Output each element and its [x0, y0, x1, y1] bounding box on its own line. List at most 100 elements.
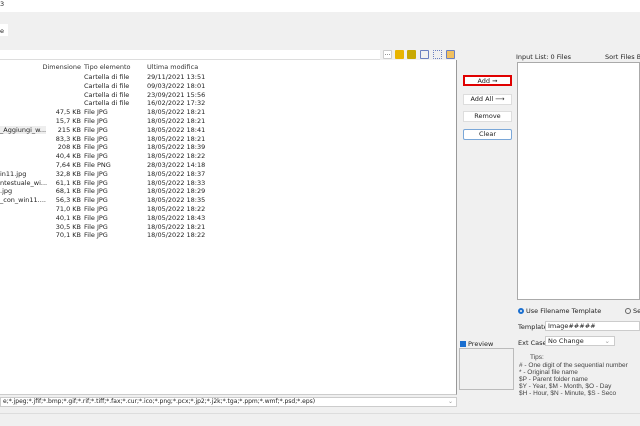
file-modified: 18/05/2022 18:21 [147, 134, 206, 143]
file-type: File PNG [84, 161, 111, 169]
file-modified: 09/03/2022 18:01 [147, 81, 206, 90]
tab[interactable]: e [0, 24, 8, 36]
file-type: File JPG [84, 169, 108, 178]
file-modified: 18/05/2022 18:21 [147, 222, 206, 231]
radio-icon [625, 308, 631, 314]
chevron-down-icon: ⌄ [447, 398, 453, 405]
file-name: ntestuale_wi... [0, 178, 48, 187]
tip-line: $P - Parent folder name [519, 376, 588, 383]
file-modified: 18/05/2022 18:29 [147, 187, 206, 196]
file-row[interactable]: ntestuale_wi... 61,1 KB File JPG 18/05/2022… [0, 179, 457, 188]
file-type: File JPG [84, 152, 108, 161]
template-input[interactable]: Image##### [545, 321, 640, 331]
ext-case-value: No Change [548, 337, 584, 345]
file-row[interactable]: 7,64 KB File PNG 28/03/2022 14:18 [0, 161, 457, 170]
file-type: File JPG [84, 134, 108, 143]
tips-title: Tips: [530, 354, 544, 361]
refresh-folder-icon[interactable] [407, 50, 416, 59]
file-size: 71,0 KB [55, 205, 81, 213]
file-row[interactable]: 70,1 KB File JPG 18/05/2022 18:22 [0, 231, 457, 240]
file-type: Cartella di file [84, 99, 130, 108]
file-type: File JPG [84, 205, 108, 213]
input-list[interactable] [517, 62, 640, 300]
file-modified: 28/03/2022 14:18 [147, 161, 206, 169]
file-size: 15,7 KB [55, 117, 81, 125]
input-list-label: Input List: 0 Files [516, 53, 571, 61]
file-size: 68,1 KB [55, 187, 81, 196]
other-option-radio[interactable]: Se [625, 307, 640, 315]
file-row[interactable]: Cartella di file 29/11/2021 13:51 [0, 73, 457, 82]
file-row[interactable]: _con_win11.... 56,3 KB File JPG 18/05/2022 … [0, 196, 457, 205]
file-type: File JPG [84, 178, 108, 187]
file-size: 56,3 KB [55, 196, 81, 205]
column-size[interactable]: Dimensione [42, 63, 81, 71]
file-type: Cartella di file [84, 73, 130, 81]
file-list[interactable]: Dimensione Tipo elemento Ultima modifica… [0, 60, 457, 395]
file-modified: 18/05/2022 18:21 [147, 108, 206, 117]
file-type: File JPG [84, 196, 108, 205]
file-row[interactable]: in11.jpg 32,8 KB File JPG 18/05/2022 18:37 [0, 170, 457, 179]
file-name: _Aggiungi_w... [0, 125, 47, 134]
file-type: File JPG [84, 231, 108, 240]
details-view-icon[interactable] [446, 50, 455, 59]
file-modified: 16/02/2022 17:32 [147, 99, 206, 108]
file-size: 215 KB [57, 125, 81, 134]
file-size: 40,1 KB [55, 213, 81, 222]
file-row[interactable]: 71,0 KB File JPG 18/05/2022 18:22 [0, 205, 457, 214]
file-name: _con_win11.... [0, 196, 46, 205]
file-size: 30,5 KB [55, 222, 81, 231]
chevron-down-icon: ⌄ [604, 337, 610, 345]
clear-button[interactable]: Clear [463, 129, 512, 140]
file-modified: 18/05/2022 18:37 [147, 169, 206, 178]
file-type-filter[interactable]: e;*.jpeg;*.jfif;*.bmp;*.gif;*.rif;*.tiff… [0, 397, 457, 407]
file-modified: 18/05/2022 18:43 [147, 213, 206, 222]
ext-case-select[interactable]: No Change ⌄ [545, 336, 615, 346]
ellipsis-button[interactable]: … [383, 50, 392, 59]
up-folder-icon[interactable] [395, 50, 404, 59]
tip-line: $Y - Year, $M - Month, $O - Day [519, 383, 612, 390]
file-size: 32,8 KB [55, 169, 81, 178]
file-size: 47,5 KB [55, 108, 81, 117]
file-modified: 18/05/2022 18:22 [147, 231, 206, 240]
file-row[interactable]: 30,5 KB File JPG 18/05/2022 18:21 [0, 223, 457, 232]
file-type: File JPG [84, 222, 108, 231]
file-type: File JPG [84, 213, 108, 222]
sort-files-label: Sort Files By: [605, 53, 640, 61]
file-row[interactable]: 40,4 KB File JPG 18/05/2022 18:22 [0, 152, 457, 161]
file-row[interactable]: Cartella di file 16/02/2022 17:32 [0, 99, 457, 108]
add-button[interactable]: Add ➞ [463, 75, 512, 86]
file-row[interactable]: 208 KB File JPG 18/05/2022 18:39 [0, 143, 457, 152]
preview-checkbox[interactable]: Preview [460, 340, 493, 348]
columns-view-icon[interactable] [420, 50, 429, 59]
file-size: 61,1 KB [55, 178, 81, 187]
file-name: .jpg [0, 187, 13, 196]
use-template-label: Use Filename Template [526, 307, 602, 315]
file-row[interactable]: 47,5 KB File JPG 18/05/2022 18:21 [0, 108, 457, 117]
remove-button[interactable]: Remove [463, 111, 512, 122]
column-type[interactable]: Tipo elemento [84, 63, 131, 71]
column-modified[interactable]: Ultima modifica [147, 63, 198, 71]
file-row[interactable]: 15,7 KB File JPG 18/05/2022 18:21 [0, 117, 457, 126]
file-name: in11.jpg [0, 169, 27, 178]
file-row[interactable]: _Aggiungi_w... 215 KB File JPG 18/05/2022 1… [0, 125, 457, 135]
file-row[interactable]: 40,1 KB File JPG 18/05/2022 18:43 [0, 214, 457, 223]
file-type: File JPG [84, 117, 108, 125]
tips-list: # - One digit of the sequential number * … [519, 362, 640, 397]
file-size: 208 KB [57, 143, 81, 152]
file-modified: 18/05/2022 18:35 [147, 196, 206, 205]
grid-view-icon[interactable] [433, 50, 442, 59]
file-row[interactable]: 83,3 KB File JPG 18/05/2022 18:21 [0, 135, 457, 144]
checkbox-checked-icon [460, 341, 466, 347]
column-headers: Dimensione Tipo elemento Ultima modifica [0, 63, 457, 72]
path-input[interactable] [0, 50, 380, 60]
file-type: Cartella di file [84, 90, 130, 99]
title-bar: 3 [0, 0, 640, 12]
file-row[interactable]: Cartella di file 09/03/2022 18:01 [0, 82, 457, 91]
file-row[interactable]: Cartella di file 23/09/2021 15:56 [0, 91, 457, 100]
file-modified: 23/09/2021 15:56 [147, 90, 206, 99]
file-modified: 18/05/2022 18:41 [147, 125, 206, 134]
status-bar [0, 413, 640, 426]
add-all-button[interactable]: Add All ⟶ [463, 94, 512, 105]
file-row[interactable]: .jpg 68,1 KB File JPG 18/05/2022 18:29 [0, 187, 457, 196]
use-template-radio[interactable]: Use Filename Template [518, 307, 601, 315]
